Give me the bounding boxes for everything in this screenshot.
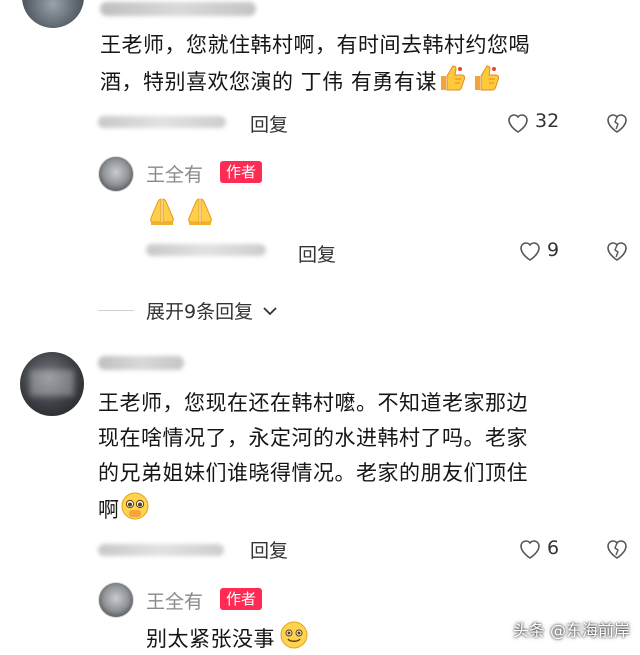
author-name[interactable]: 王全有: [146, 587, 203, 614]
reply-emoji-row: [146, 195, 216, 231]
reply-button[interactable]: 回复: [250, 110, 288, 137]
comment-line: 酒，特别喜欢您演的 丁伟 有勇有谋: [100, 63, 620, 104]
heart-icon[interactable]: [517, 536, 543, 562]
author-avatar[interactable]: [98, 156, 134, 192]
comment-line: 的兄弟姐妹们谁晓得情况。老家的朋友们顶住: [98, 461, 528, 485]
thumbs-up-icon: [437, 63, 467, 104]
pleading-face-icon: [120, 491, 150, 532]
broken-heart-icon[interactable]: [604, 110, 630, 136]
reply-text: 别太紧张没事: [146, 627, 275, 651]
folded-hands-icon: [184, 195, 216, 231]
comment-line-text: 啊: [98, 498, 120, 522]
like-count: 6: [547, 537, 560, 559]
comment-body: 王老师，您就住韩村啊，有时间去韩村约您喝 酒，特别喜欢您演的 丁伟 有勇有谋: [100, 28, 620, 104]
chevron-down-icon: [263, 299, 277, 321]
comment-line: 现在啥情况了，永定河的水进韩村了吗。老家: [98, 426, 528, 450]
user-avatar[interactable]: [22, 0, 84, 28]
folded-hands-icon: [146, 195, 178, 231]
broken-heart-icon[interactable]: [604, 536, 630, 562]
blurred-timestamp: [98, 544, 224, 556]
blurred-username: [98, 356, 184, 370]
comment-line: 啊: [98, 491, 628, 532]
author-badge: 作者: [220, 588, 263, 610]
heart-icon[interactable]: [505, 110, 531, 136]
user-avatar[interactable]: [20, 352, 84, 416]
author-reply-body: 别太紧张没事: [146, 620, 309, 655]
broken-heart-icon[interactable]: [604, 238, 630, 264]
author-badge: 作者: [220, 161, 263, 183]
heart-icon[interactable]: [517, 238, 543, 264]
like-count: 9: [547, 239, 560, 261]
expand-replies-label: 展开9条回复: [146, 301, 254, 323]
comment-line-text: 酒，特别喜欢您演的 丁伟 有勇有谋: [100, 70, 437, 94]
watermark: 头条 @东海前岸: [512, 621, 630, 640]
expand-replies-button[interactable]: 展开9条回复: [146, 297, 277, 324]
blurred-timestamp: [146, 244, 266, 256]
blurred-username: [100, 2, 256, 16]
comment-body: 王老师，您现在还在韩村嚒。不知道老家那边 现在啥情况了，永定河的水进韩村了吗。老…: [98, 386, 628, 532]
reply-button[interactable]: 回复: [250, 536, 288, 563]
reply-button[interactable]: 回复: [298, 240, 336, 267]
expand-divider: [98, 310, 134, 311]
comment-section: 王老师，您就住韩村啊，有时间去韩村约您喝 酒，特别喜欢您演的 丁伟 有勇有谋 回…: [0, 0, 640, 655]
author-avatar[interactable]: [98, 582, 134, 618]
like-count: 32: [535, 110, 560, 132]
comment-line: 王老师，您就住韩村啊，有时间去韩村约您喝: [100, 33, 530, 57]
smiling-face-icon: [279, 620, 309, 655]
blurred-timestamp: [98, 116, 226, 128]
comment-line: 王老师，您现在还在韩村嚒。不知道老家那边: [98, 391, 528, 415]
thumbs-up-icon: [471, 63, 501, 104]
author-name[interactable]: 王全有: [146, 160, 203, 187]
